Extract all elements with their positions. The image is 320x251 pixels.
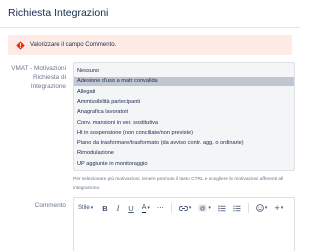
vmat-field-label: VMAT - Motivazioni Richiesta di Integraz… — [8, 64, 66, 91]
vmat-option[interactable]: Ht in sospensione (non conciliate/non pr… — [74, 129, 294, 138]
plus-icon: + — [274, 203, 280, 213]
title-divider — [0, 27, 300, 28]
chevron-down-icon: ▾ — [147, 205, 150, 211]
vmat-option[interactable]: Nessuno — [74, 67, 294, 76]
link-button[interactable]: ▾ — [178, 198, 192, 218]
vmat-option[interactable]: Rimodulazione — [74, 149, 294, 158]
bullet-list-icon — [218, 205, 226, 211]
help-line: Per selezionare più motivazioni, tenere … — [73, 177, 284, 182]
help-line: integrazione. — [73, 185, 101, 191]
link-icon — [178, 205, 188, 211]
svg-text:@: @ — [200, 206, 206, 212]
chevron-down-icon: ▾ — [264, 205, 268, 211]
mention-button[interactable]: @ ▾ — [198, 198, 211, 218]
vmat-option[interactable]: UP aggiunte in monitoraggio — [74, 160, 294, 169]
vmat-option[interactable]: Anagrafica lavoratori — [74, 108, 294, 117]
dialog-title: Richiesta Integrazioni — [8, 7, 109, 19]
bullet-list-button[interactable] — [218, 198, 226, 218]
more-icon: ⋯ — [156, 205, 164, 212]
text-style-dropdown[interactable]: Stile ▾ — [78, 198, 93, 218]
vmat-option[interactable]: Ammissibilità partecipanti — [74, 98, 294, 107]
italic-button[interactable]: I — [117, 198, 120, 218]
vmat-label-line: Integrazione — [30, 83, 66, 90]
vmat-option[interactable]: Piano da trasformare/trasformato (da avv… — [74, 139, 294, 148]
vmat-help-text: Per selezionare più motivazioni, tenere … — [73, 176, 300, 193]
vmat-option[interactable]: Conv. mansioni in ver. sostitutiva — [74, 119, 294, 128]
vmat-option[interactable]: Allegati — [74, 88, 294, 97]
toolbar-divider — [170, 203, 172, 213]
comment-text-area[interactable] — [74, 218, 294, 251]
error-icon — [16, 40, 25, 50]
emoji-button[interactable]: ▾ — [256, 198, 268, 218]
numbered-list-icon — [233, 205, 241, 211]
chevron-down-icon: ▾ — [90, 205, 94, 211]
more-formatting-button[interactable]: ⋯ — [157, 198, 164, 218]
comment-editor[interactable]: Stile ▾ B I U A ▾ ⋯ ▾ @ ▾ ▾ + ▾ — [73, 197, 295, 251]
vmat-option[interactable]: Adesione d'uso a matr convalida — [74, 77, 294, 87]
error-alert: Valorizzare il campo Commento. — [8, 35, 292, 55]
text-style-label: Stile — [78, 205, 90, 211]
editor-toolbar: Stile ▾ B I U A ▾ ⋯ ▾ @ ▾ ▾ + ▾ — [74, 198, 294, 218]
chevron-down-icon: ▾ — [208, 205, 211, 211]
underline-button[interactable]: U — [128, 198, 133, 218]
chevron-down-icon: ▾ — [280, 205, 284, 211]
alert-message: Valorizzare il campo Commento. — [30, 42, 117, 48]
chevron-down-icon: ▾ — [188, 205, 192, 211]
numbered-list-button[interactable] — [233, 198, 241, 218]
insert-more-button[interactable]: + ▾ — [274, 198, 283, 218]
vmat-label-line: Richiesta di — [32, 74, 66, 81]
bold-button[interactable]: B — [102, 198, 107, 218]
toolbar-divider — [247, 203, 249, 213]
vmat-multiselect[interactable]: Nessuno Adesione d'uso a matr convalida Al… — [73, 62, 295, 171]
emoji-icon — [256, 204, 264, 212]
text-color-icon: A — [141, 203, 147, 213]
text-color-button[interactable]: A ▾ — [141, 198, 150, 218]
vmat-label-line: VMAT - Motivazioni — [11, 65, 66, 72]
mention-icon: @ — [198, 204, 207, 212]
comment-field-label: Commento — [34, 202, 66, 209]
